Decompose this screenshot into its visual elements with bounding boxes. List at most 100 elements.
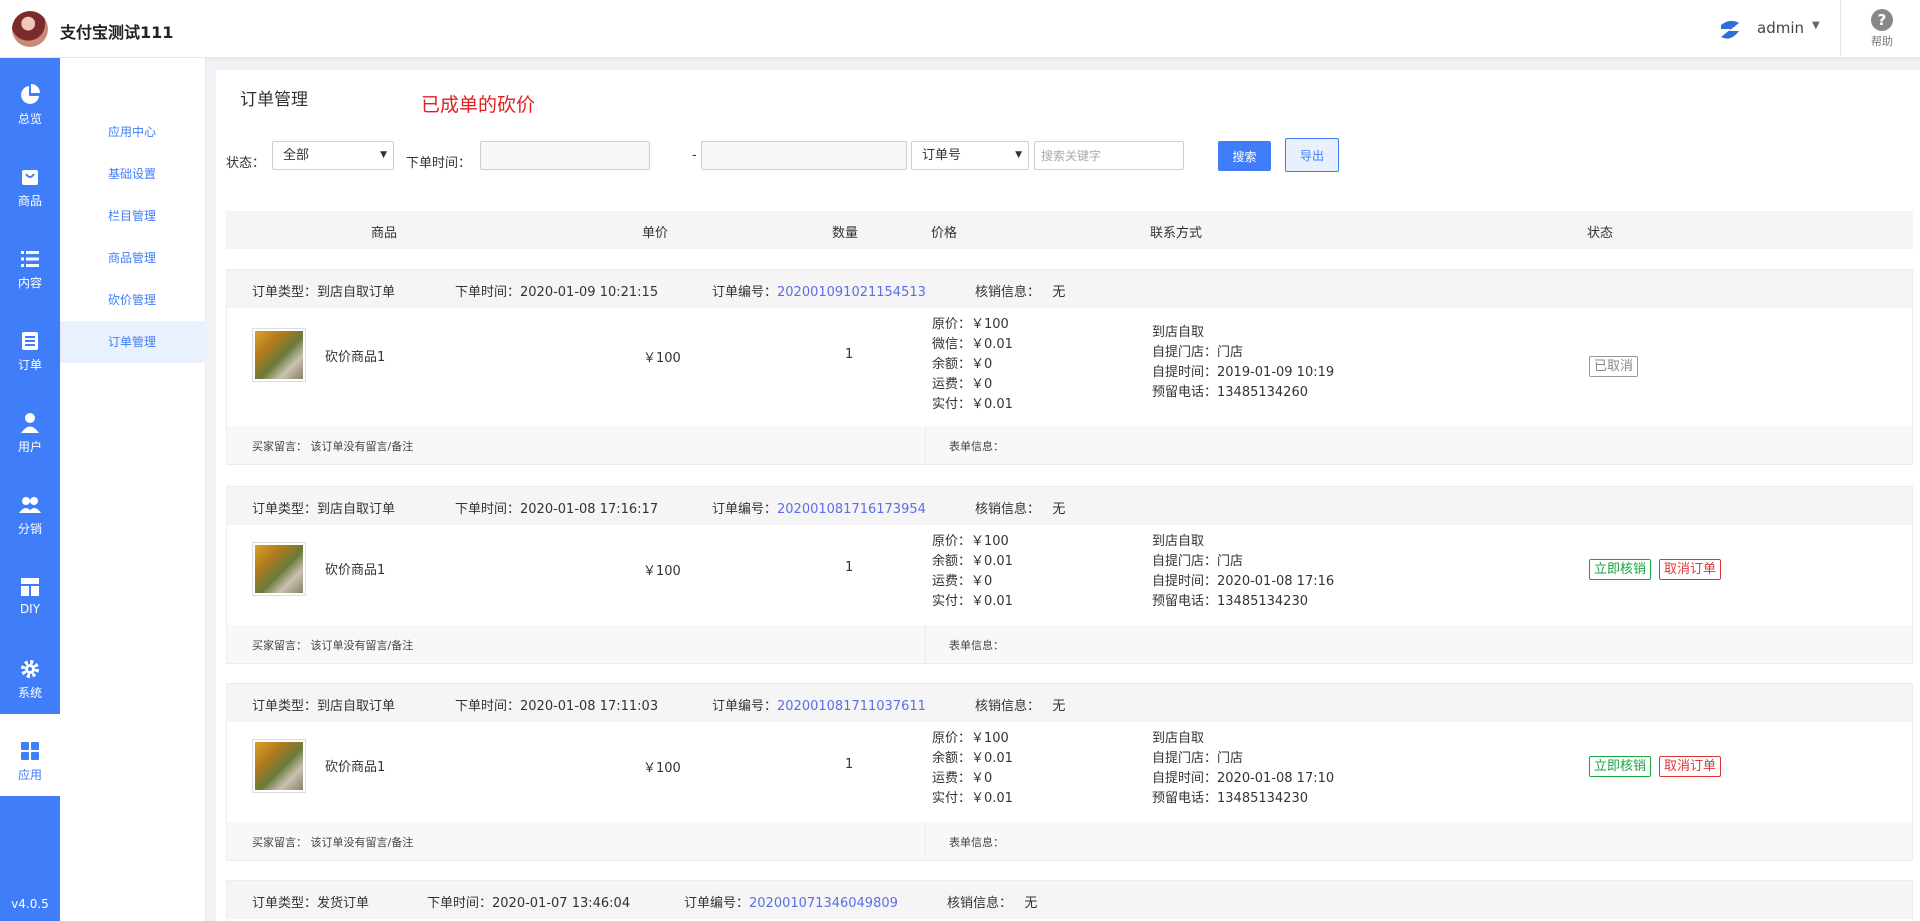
users-icon: [19, 497, 41, 513]
date-range-dash: -: [692, 148, 697, 163]
order-number: 订单编号：202001081716173954: [712, 502, 926, 517]
user-icon: [21, 413, 39, 433]
order-type: 订单类型：到店自取订单: [252, 285, 396, 300]
quantity: 1: [845, 347, 854, 362]
table-header: 商品 单价 数量 价格 联系方式 状态: [226, 211, 1913, 249]
cancel-order-button[interactable]: 取消订单: [1659, 559, 1722, 580]
grid-icon: [21, 742, 39, 760]
nav-label: 分销: [17, 522, 42, 536]
nav-item-goods[interactable]: 商品: [0, 140, 60, 222]
unit-price: ￥100: [643, 564, 681, 579]
page-annotation: 已成单的砍价: [421, 94, 536, 116]
order-card: 订单类型：到店自取订单 下单时间：2020-01-08 17:16:17 订单编…: [226, 486, 1913, 664]
verify-now-button[interactable]: 立即核销: [1589, 559, 1652, 580]
main-panel: 订单管理 已成单的砍价 状态： 全部 ▼ 下单时间： - 订单号 ▼ 搜索 导出…: [216, 70, 1920, 921]
brand-logo-icon: [1721, 20, 1739, 39]
status-select[interactable]: 全部 ▼: [272, 141, 394, 170]
caret-down-icon[interactable]: ▼: [1812, 20, 1820, 31]
column-header-price: 价格: [931, 226, 958, 241]
status-badge-cancelled: 已取消: [1589, 356, 1639, 377]
start-time-input[interactable]: [480, 141, 650, 170]
nav-label: 应用: [17, 768, 42, 782]
caret-down-icon: ▼: [1015, 150, 1022, 160]
order-time-label: 下单时间：: [406, 156, 472, 171]
buyer-note: 买家留言： 该订单没有留言/备注: [252, 440, 414, 453]
end-time-input[interactable]: [701, 141, 907, 170]
contact-info: 到店自取 自提门店：门店 自提时间：2019-01-09 10:19 预留电话：…: [1152, 325, 1335, 400]
verify-info: 核销信息： 无: [975, 502, 1066, 517]
status-select-value: 全部: [283, 148, 310, 163]
contact-info: 到店自取 自提门店：门店 自提时间：2020-01-08 17:16 预留电话：…: [1152, 534, 1335, 609]
product-thumbnail[interactable]: [252, 739, 306, 793]
order-card: 订单类型：发货订单 下单时间：2020-01-07 13:46:04 订单编号：…: [226, 880, 1913, 921]
document-icon: [22, 332, 38, 350]
caret-down-icon: ▼: [380, 150, 387, 160]
help-label: 帮助: [1871, 35, 1893, 48]
version-label: v4.0.5: [11, 897, 49, 911]
order-time: 下单时间：2020-01-08 17:11:03: [455, 699, 659, 714]
nav-label: 商品: [17, 194, 42, 208]
submenu-column-management[interactable]: 栏目管理: [60, 195, 206, 237]
status-filter-label: 状态：: [226, 156, 266, 171]
search-input[interactable]: [1034, 141, 1184, 170]
nav-item-overview[interactable]: 总览: [0, 58, 60, 140]
buyer-note: 买家留言： 该订单没有留言/备注: [252, 639, 414, 652]
order-number: 订单编号：202001091021154513: [712, 285, 926, 300]
order-number-link[interactable]: 202001091021154513: [777, 285, 926, 300]
search-field-value: 订单号: [922, 148, 962, 163]
product-thumbnail[interactable]: [252, 328, 306, 382]
nav-label: 内容: [17, 276, 42, 290]
form-info: 表单信息：: [949, 440, 1004, 453]
order-number-link[interactable]: 202001071346049809: [749, 896, 898, 911]
column-header-quantity: 数量: [832, 226, 859, 241]
form-info: 表单信息：: [949, 639, 1004, 652]
order-header: 订单类型：到店自取订单 下单时间：2020-01-08 17:16:17 订单编…: [227, 487, 1912, 525]
search-button[interactable]: 搜索: [1218, 141, 1271, 171]
shop-avatar[interactable]: [12, 11, 48, 47]
submenu-basic-settings[interactable]: 基础设置: [60, 153, 206, 195]
nav-item-apps[interactable]: 应用: [0, 714, 60, 796]
nav-label: 用户: [17, 440, 42, 454]
order-time: 下单时间：2020-01-07 13:46:04: [427, 896, 631, 911]
nav-item-users[interactable]: 用户: [0, 386, 60, 468]
order-footer: 买家留言： 该订单没有留言/备注 表单信息：: [227, 426, 1912, 464]
order-footer: 买家留言： 该订单没有留言/备注 表单信息：: [227, 625, 1912, 663]
nav-item-distribution[interactable]: 分销: [0, 468, 60, 550]
nav-item-system[interactable]: 系统: [0, 632, 60, 714]
shopping-bag-icon: [22, 170, 38, 185]
search-field-select[interactable]: 订单号 ▼: [911, 141, 1029, 170]
contact-info: 到店自取 自提门店：门店 自提时间：2020-01-08 17:10 预留电话：…: [1152, 731, 1335, 806]
order-card: 订单类型：到店自取订单 下单时间：2020-01-09 10:21:15 订单编…: [226, 269, 1913, 465]
order-number: 订单编号：202001081711037611: [712, 699, 926, 714]
column-header-unit-price: 单价: [642, 226, 669, 241]
page-title: 订单管理: [240, 90, 308, 110]
order-number: 订单编号：202001071346049809: [684, 896, 898, 911]
column-header-product: 商品: [371, 226, 398, 241]
order-header: 订单类型：到店自取订单 下单时间：2020-01-08 17:11:03 订单编…: [227, 684, 1912, 722]
order-number-link[interactable]: 202001081711037611: [777, 699, 926, 714]
column-header-contact: 联系方式: [1150, 226, 1203, 241]
verify-info: 核销信息： 无: [947, 896, 1038, 911]
submenu-order-management[interactable]: 订单管理: [60, 321, 206, 363]
product-thumbnail[interactable]: [252, 542, 306, 596]
submenu-goods-management[interactable]: 商品管理: [60, 237, 206, 279]
export-button[interactable]: 导出: [1285, 138, 1339, 172]
product-name: 砍价商品1: [325, 563, 386, 578]
verify-now-button[interactable]: 立即核销: [1589, 756, 1652, 777]
submenu-app-center[interactable]: 应用中心: [60, 111, 206, 153]
submenu-bargain-management[interactable]: 砍价管理: [60, 279, 206, 321]
nav-item-content[interactable]: 内容: [0, 222, 60, 304]
nav-item-diy[interactable]: DIY: [0, 550, 60, 632]
help-button[interactable]: ? 帮助: [1862, 9, 1902, 49]
order-number-link[interactable]: 202001081716173954: [777, 502, 926, 517]
verify-info: 核销信息： 无: [975, 285, 1066, 300]
nav-item-orders[interactable]: 订单: [0, 304, 60, 386]
buyer-note: 买家留言： 该订单没有留言/备注: [252, 836, 414, 849]
nav-label: DIY: [19, 602, 41, 616]
nav-label: 总览: [17, 112, 42, 126]
user-menu[interactable]: admin: [1757, 19, 1804, 37]
cancel-order-button[interactable]: 取消订单: [1659, 756, 1722, 777]
unit-price: ￥100: [643, 351, 681, 366]
unit-price: ￥100: [643, 761, 681, 776]
main-sidebar: 总览 商品 内容 订单 用户 分销 DIY 系统 应用 v4.0.5: [0, 58, 60, 921]
